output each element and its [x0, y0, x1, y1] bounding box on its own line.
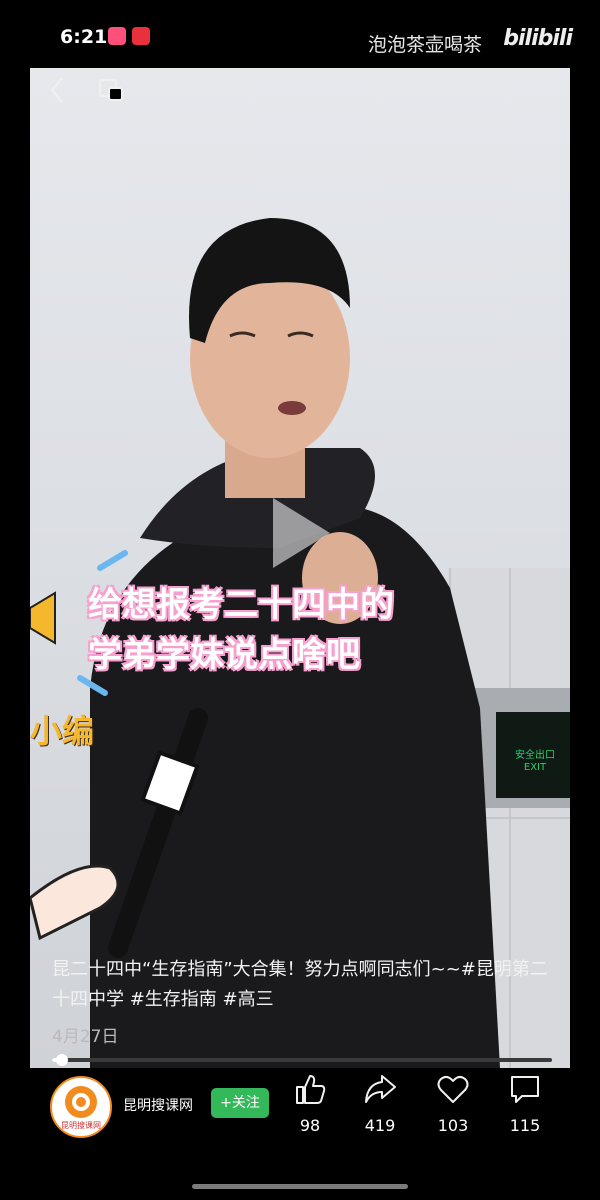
video-frame [30, 218, 570, 1068]
comment-button[interactable]: 115 [495, 1072, 555, 1135]
exit-sign: 安全出口 EXIT [498, 750, 570, 774]
comment-icon [511, 1076, 539, 1103]
video-overlay-text: 给想报考二十四中的 学弟学妹说点啥吧 [88, 580, 468, 680]
notification-app-icon [132, 27, 150, 45]
bottom-bar: 昆明搜课网 昆明搜课网 +关注 98 419 103 115 [0, 1068, 600, 1200]
share-count: 419 [364, 1116, 396, 1135]
status-bar: 6:21 泡泡茶壶喝茶 bilibili [0, 0, 600, 72]
favorite-count: 103 [437, 1116, 469, 1135]
window-icon [99, 79, 123, 101]
back-arrow-icon [50, 77, 63, 103]
follow-button[interactable]: +关注 [211, 1088, 269, 1118]
share-button[interactable]: 419 [350, 1072, 410, 1135]
post-caption: 昆二十四中“生存指南”大合集！努力点啊同志们~~#昆明第二十四中学 #生存指南 … [52, 959, 548, 1010]
like-button[interactable]: 98 [280, 1072, 340, 1135]
thumbs-up-icon [296, 1075, 326, 1104]
author-avatar[interactable]: 昆明搜课网 [50, 1076, 112, 1138]
status-time: 6:21 [60, 26, 108, 48]
heart-icon [437, 1075, 469, 1103]
side-label: 小编 [30, 712, 95, 750]
avatar-text: 昆明搜课网 [61, 1121, 101, 1130]
comment-count: 115 [509, 1116, 541, 1135]
window-toggle-button[interactable] [98, 78, 124, 106]
video-progress-bar[interactable] [52, 1054, 552, 1066]
back-button[interactable] [48, 76, 66, 108]
share-arrow-icon [365, 1075, 396, 1103]
bilibili-logo: bilibili [503, 26, 573, 51]
video-player[interactable]: 给想报考二十四中的 学弟学妹说点啥吧 小编 安全出口 EXIT [30, 68, 570, 1068]
notification-app-icon [108, 27, 126, 45]
like-count: 98 [299, 1116, 321, 1135]
home-indicator[interactable] [192, 1184, 408, 1189]
overlay-line-2: 学弟学妹说点啥吧 [88, 635, 360, 675]
watermark-channel: 泡泡茶壶喝茶 [367, 34, 482, 56]
favorite-button[interactable]: 103 [423, 1072, 483, 1135]
progress-handle[interactable] [56, 1054, 68, 1066]
exit-sign-en: EXIT [523, 762, 547, 773]
post-date: 4月27日 [52, 1027, 119, 1047]
exit-sign-cn: 安全出口 [515, 750, 555, 761]
overlay-line-1: 给想报考二十四中的 [88, 585, 394, 625]
author-name[interactable]: 昆明搜课网 [123, 1095, 193, 1115]
